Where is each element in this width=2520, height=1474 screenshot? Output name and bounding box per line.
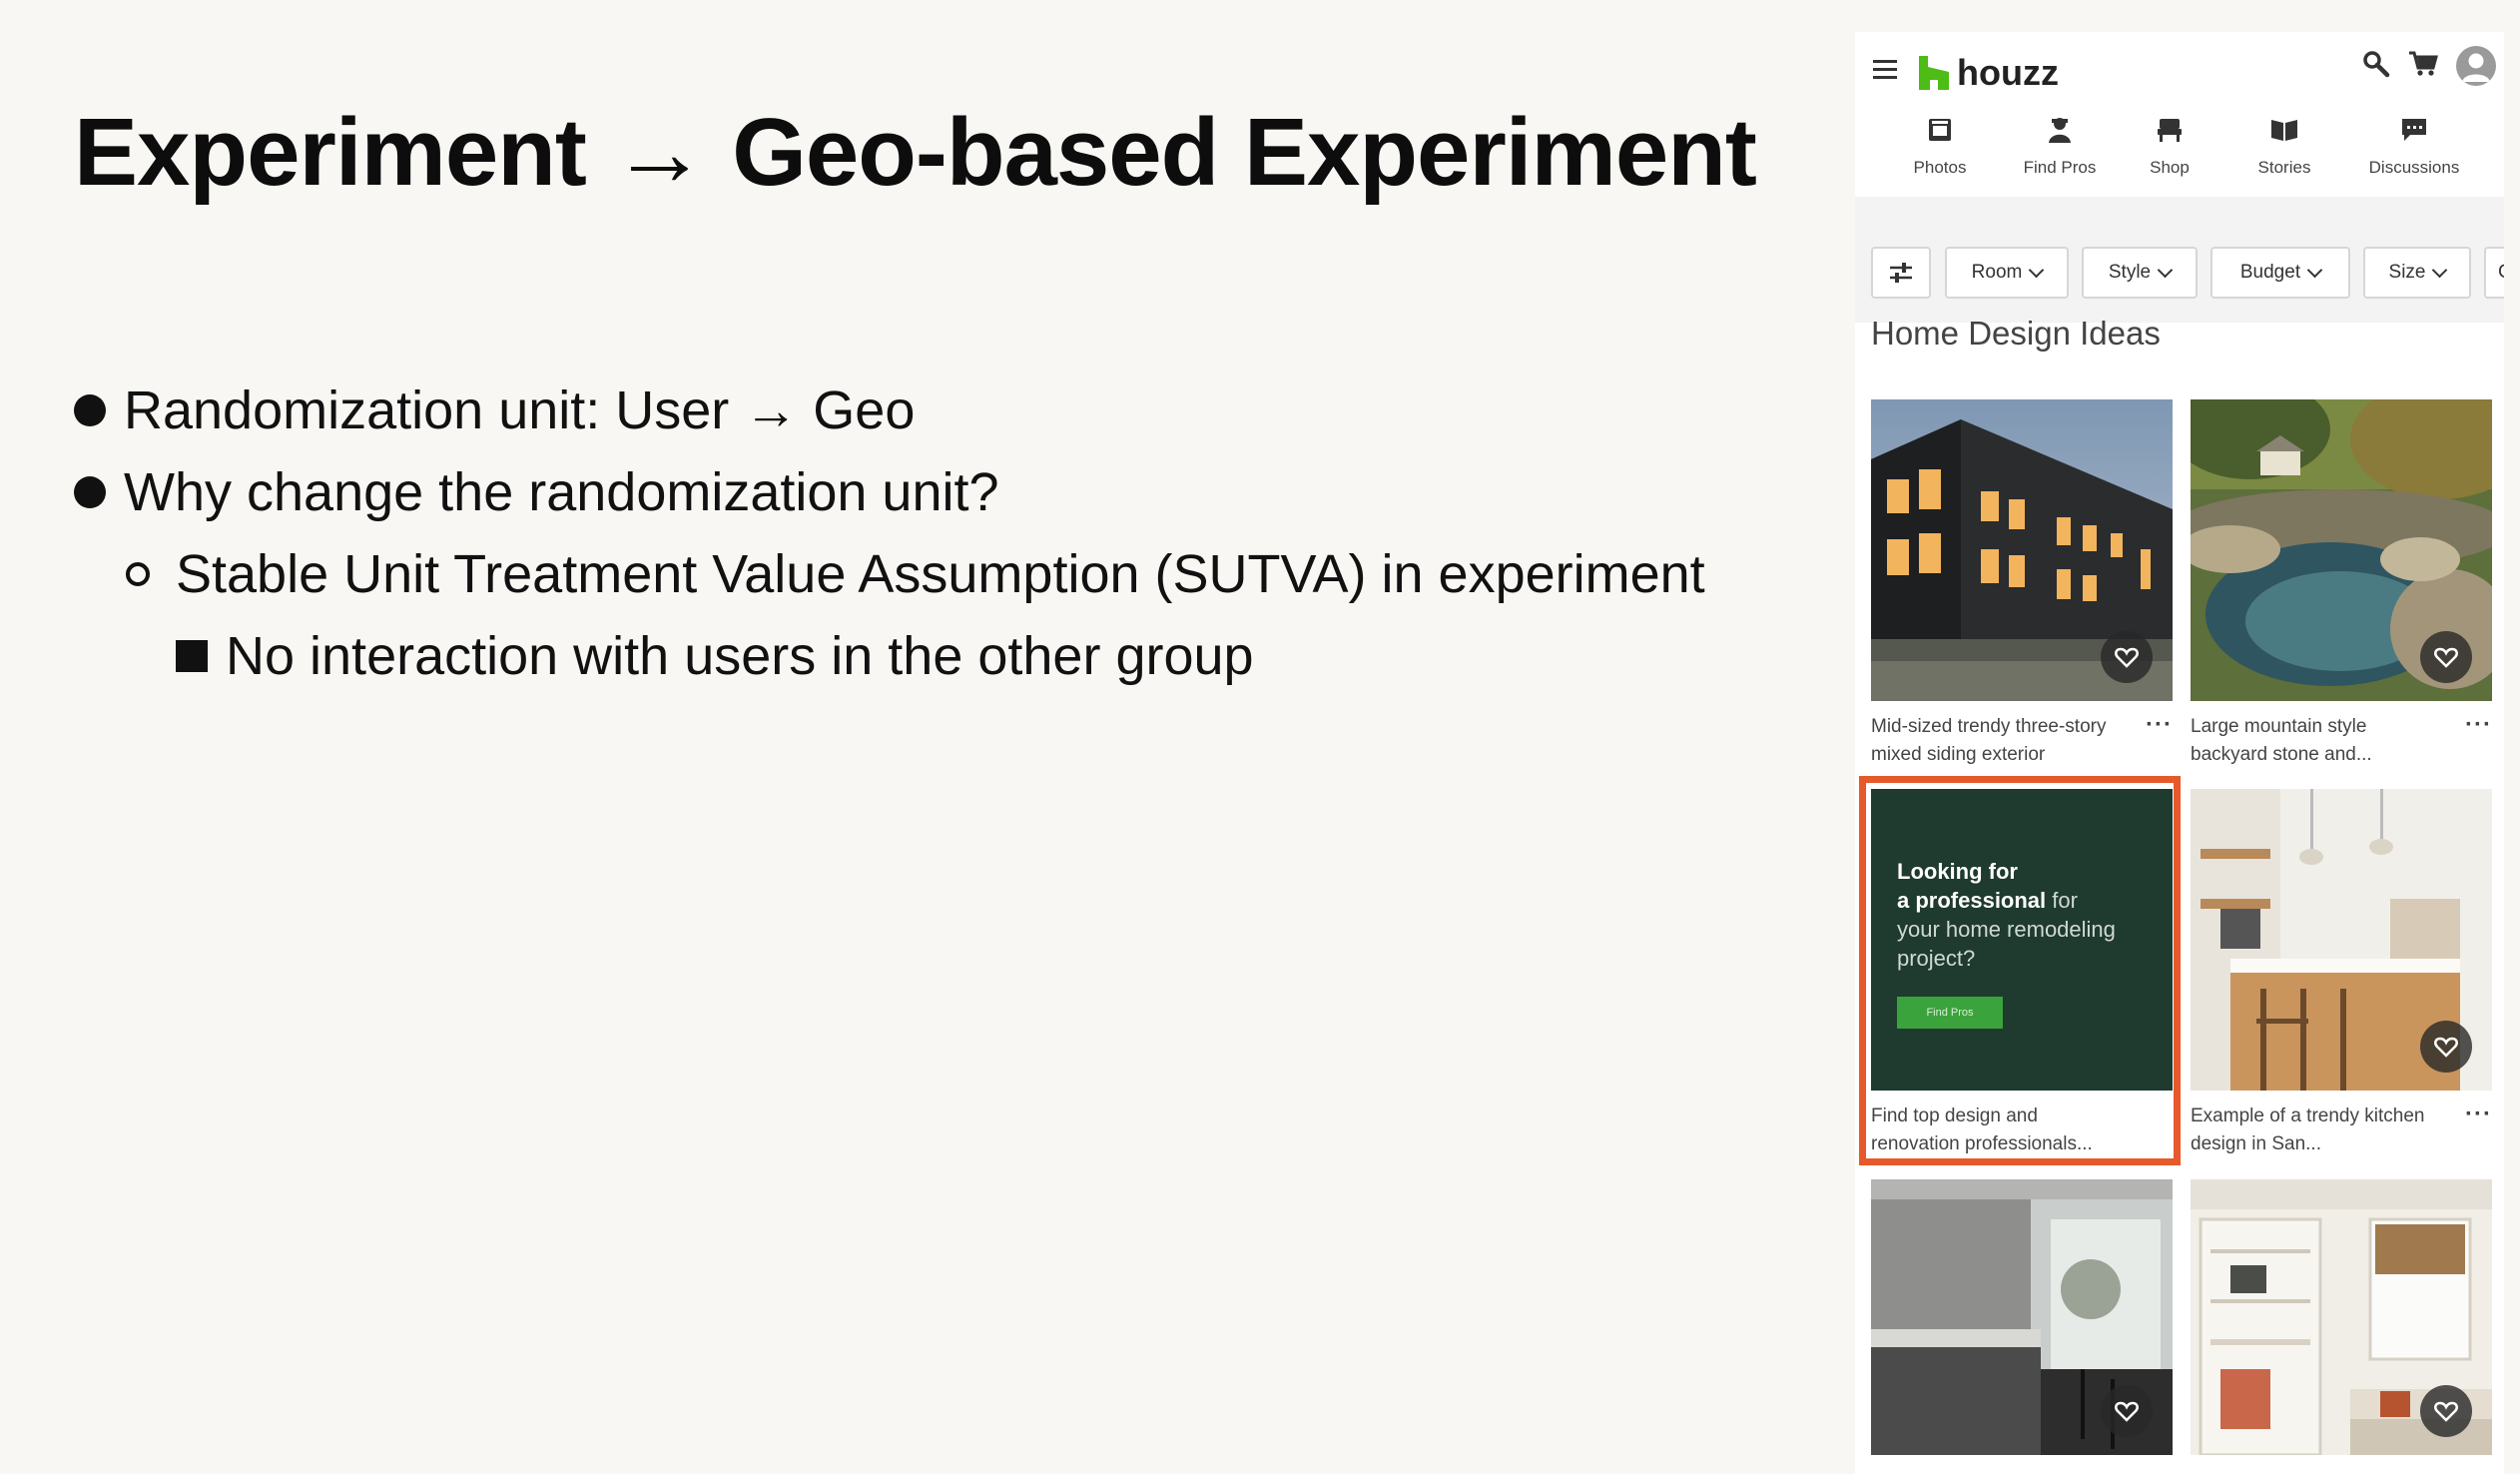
promo-card[interactable]: Looking for a professional for your home… bbox=[1871, 789, 2173, 1158]
save-heart-button[interactable] bbox=[2420, 1021, 2472, 1073]
nav-shop[interactable]: Shop bbox=[2135, 112, 2205, 178]
bullet-text: Randomization unit: User → Geo bbox=[124, 380, 916, 440]
more-options-icon[interactable]: ··· bbox=[2465, 711, 2492, 739]
heart-icon bbox=[2434, 1401, 2458, 1422]
houzz-logo-icon bbox=[1919, 56, 1949, 90]
heart-icon bbox=[2115, 1401, 2139, 1422]
kitchen-photo[interactable] bbox=[2191, 789, 2492, 1091]
heart-icon bbox=[2434, 1037, 2458, 1058]
more-options-icon[interactable]: ··· bbox=[2465, 1101, 2492, 1128]
avatar-icon[interactable] bbox=[2456, 46, 2496, 86]
bullet-item: Why change the randomization unit? bbox=[74, 451, 1705, 533]
houzz-app-screenshot: houzz Photos Find Pros Shop Stories Disc… bbox=[1855, 32, 2504, 1474]
bullet-dot bbox=[74, 394, 106, 426]
photos-icon bbox=[1895, 112, 1985, 148]
filter-style[interactable]: Style bbox=[2082, 247, 2198, 299]
home-office-photo[interactable] bbox=[2191, 1179, 2492, 1455]
find-pros-icon bbox=[2005, 112, 2115, 148]
filter-budget[interactable]: Budget bbox=[2210, 247, 2350, 299]
filter-more[interactable]: C bbox=[2484, 247, 2504, 299]
nav-find-pros[interactable]: Find Pros bbox=[2005, 112, 2115, 178]
discussions-icon bbox=[2349, 112, 2479, 148]
square-bullet bbox=[176, 640, 208, 672]
logo-text: houzz bbox=[1957, 52, 2059, 93]
nav-discussions[interactable]: Discussions bbox=[2349, 112, 2479, 178]
section-title: Home Design Ideas bbox=[1871, 315, 2161, 352]
design-card[interactable]: Large mountain style backyard stone and.… bbox=[2191, 399, 2492, 769]
stories-icon bbox=[2239, 112, 2329, 148]
filter-bar: Room Style Budget Size C bbox=[1855, 197, 2504, 323]
search-icon[interactable] bbox=[2362, 50, 2390, 83]
app-header: houzz bbox=[1855, 32, 2504, 100]
card-caption[interactable]: Example of a trendy kitchen design in Sa… bbox=[2191, 1103, 2440, 1158]
backyard-photo[interactable] bbox=[2191, 399, 2492, 701]
modern-kitchen-photo[interactable] bbox=[1871, 1179, 2173, 1455]
cart-icon[interactable] bbox=[2408, 50, 2438, 83]
heart-icon bbox=[2434, 647, 2458, 668]
heart-icon bbox=[2115, 647, 2139, 668]
exterior-photo[interactable] bbox=[1871, 399, 2173, 701]
design-card[interactable]: Example of a trendy kitchen design in Sa… bbox=[2191, 789, 2492, 1158]
sub-bullet-item: Stable Unit Treatment Value Assumption (… bbox=[74, 533, 1705, 615]
bullet-dot bbox=[74, 476, 106, 508]
filter-size[interactable]: Size bbox=[2363, 247, 2471, 299]
bullet-item: Randomization unit: User → Geo bbox=[74, 369, 1705, 451]
houzz-logo[interactable]: houzz bbox=[1919, 52, 2059, 94]
hamburger-menu-icon[interactable] bbox=[1873, 60, 1897, 79]
bullet-list: Randomization unit: User → Geo Why chang… bbox=[74, 369, 1705, 697]
nav-stories[interactable]: Stories bbox=[2239, 112, 2329, 178]
save-heart-button[interactable] bbox=[2420, 631, 2472, 683]
chevron-down-icon bbox=[2029, 262, 2045, 278]
card-caption[interactable]: Find top design and renovation professio… bbox=[1871, 1103, 2121, 1158]
save-heart-button[interactable] bbox=[2420, 1385, 2472, 1437]
sliders-icon bbox=[1890, 263, 1912, 283]
bullet-text: Why change the randomization unit? bbox=[124, 462, 999, 522]
save-heart-button[interactable] bbox=[2101, 631, 2153, 683]
save-heart-button[interactable] bbox=[2101, 1385, 2153, 1437]
chevron-down-icon bbox=[2306, 262, 2323, 278]
card-caption[interactable]: Mid-sized trendy three-story mixed sidin… bbox=[1871, 713, 2121, 769]
chevron-down-icon bbox=[2432, 262, 2448, 278]
hollow-bullet bbox=[126, 562, 150, 586]
card-caption[interactable]: Large mountain style backyard stone and.… bbox=[2191, 713, 2440, 769]
nav-photos[interactable]: Photos bbox=[1895, 112, 1985, 178]
bullet-text: No interaction with users in the other g… bbox=[226, 626, 1254, 686]
filter-settings-button[interactable] bbox=[1871, 247, 1931, 299]
slide-title: Experiment → Geo-based Experiment bbox=[74, 99, 1757, 206]
design-card[interactable] bbox=[1871, 1179, 2173, 1455]
bullet-text: Stable Unit Treatment Value Assumption (… bbox=[176, 544, 1705, 604]
design-card[interactable]: Mid-sized trendy three-story mixed sidin… bbox=[1871, 399, 2173, 769]
more-options-icon[interactable]: ··· bbox=[2146, 711, 2173, 739]
shop-icon bbox=[2135, 112, 2205, 148]
promo-text: Looking for a professional for your home… bbox=[1897, 859, 2116, 971]
design-card[interactable] bbox=[2191, 1179, 2492, 1455]
filter-room[interactable]: Room bbox=[1945, 247, 2069, 299]
sub-sub-bullet-item: No interaction with users in the other g… bbox=[74, 615, 1705, 697]
find-pros-button[interactable]: Find Pros bbox=[1897, 997, 2003, 1029]
find-pros-ad[interactable]: Looking for a professional for your home… bbox=[1871, 789, 2173, 1091]
chevron-down-icon bbox=[2157, 262, 2174, 278]
